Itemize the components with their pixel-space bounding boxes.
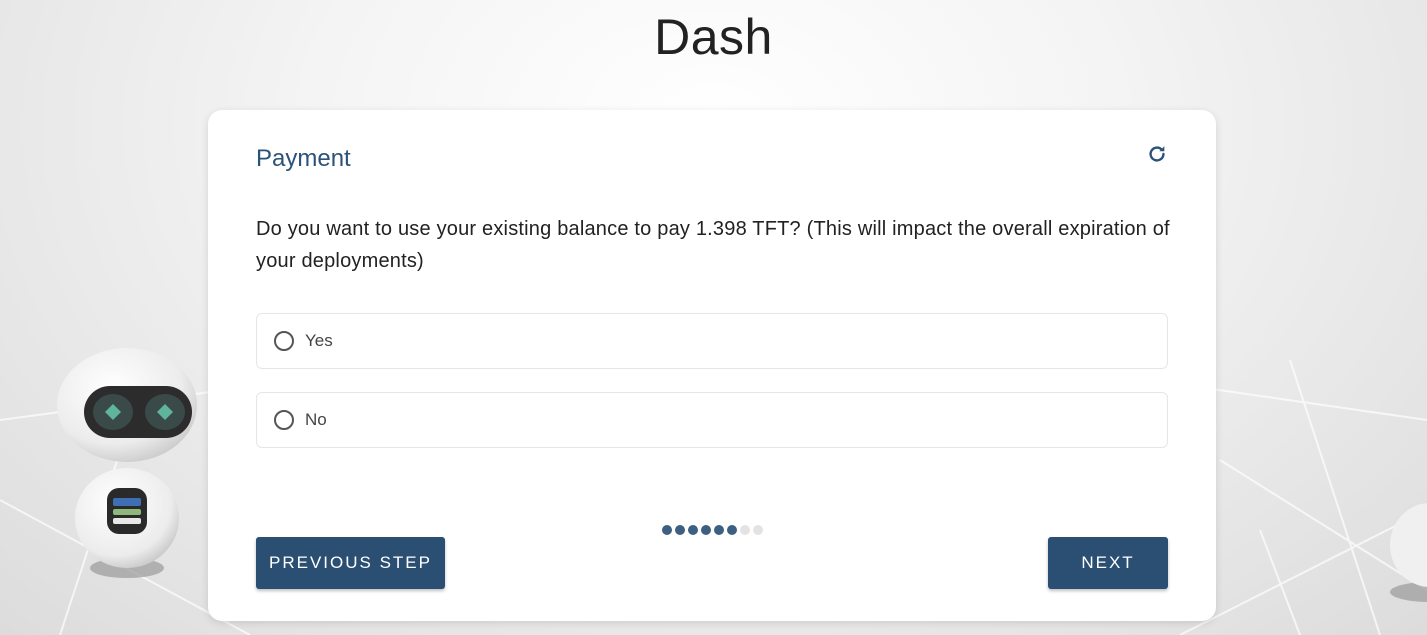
option-yes[interactable]: Yes [256, 313, 1168, 369]
step-progress-indicator [662, 525, 763, 535]
option-no[interactable]: No [256, 392, 1168, 448]
step-dot-completed [701, 525, 711, 535]
step-dot-pending [740, 525, 750, 535]
robot-mascot-partial [1380, 500, 1427, 610]
step-dot-completed [727, 525, 737, 535]
step-dot-completed [675, 525, 685, 535]
step-dot-completed [714, 525, 724, 535]
previous-step-button[interactable]: PREVIOUS STEP [256, 537, 445, 589]
option-yes-label: Yes [305, 331, 333, 350]
radio-button-yes[interactable] [274, 331, 294, 351]
payment-card: Payment Do you want to use your existing… [208, 110, 1216, 621]
next-button[interactable]: NEXT [1048, 537, 1168, 589]
refresh-button[interactable] [1144, 143, 1170, 169]
step-dot-pending [753, 525, 763, 535]
step-dot-completed [688, 525, 698, 535]
payment-question: Do you want to use your existing balance… [256, 218, 1170, 272]
page-title: Dash [654, 9, 773, 65]
robot-mascot-illustration [55, 348, 205, 588]
step-dot-completed [662, 525, 672, 535]
option-no-label: No [305, 410, 327, 429]
radio-button-no[interactable] [274, 410, 294, 430]
refresh-icon [1146, 143, 1168, 170]
section-title: Payment [256, 145, 351, 172]
